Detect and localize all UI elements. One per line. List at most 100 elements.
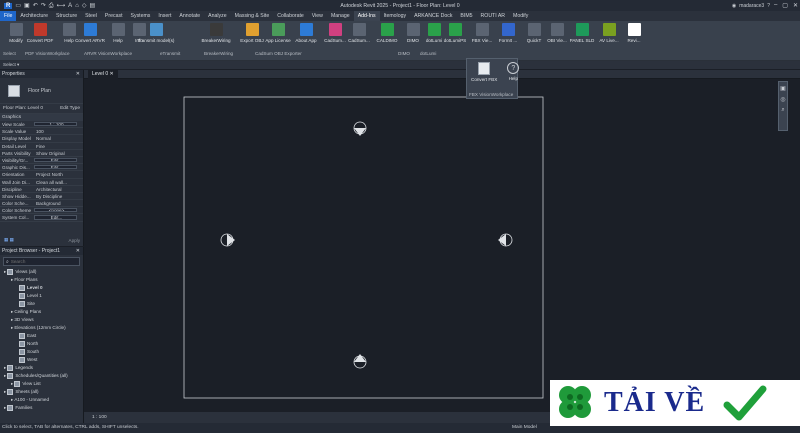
panel-label[interactable]: DIMO	[398, 51, 410, 56]
expand-icon[interactable]: ▸	[11, 316, 13, 324]
tab-steel[interactable]: Steel	[81, 11, 101, 21]
apply-button[interactable]: Apply	[69, 238, 81, 243]
property-value[interactable]: <none>	[34, 208, 77, 213]
save-icon[interactable]: ▣	[24, 3, 30, 9]
about-app-button[interactable]: About App	[292, 23, 320, 43]
expand-icon[interactable]: ▸	[11, 324, 13, 332]
minimize-icon[interactable]: –	[774, 2, 777, 9]
switch-windows-icon[interactable]: ▤	[89, 3, 95, 9]
panel-label[interactable]: Select	[3, 51, 16, 56]
revi-button[interactable]: Revi...	[620, 23, 648, 43]
convert-fbx-button[interactable]: Convert FBX	[471, 62, 497, 82]
crop-region[interactable]	[183, 96, 544, 399]
panel-label[interactable]: ARVR VisionWorkplace	[84, 51, 132, 56]
property-value[interactable]: Edit...	[34, 165, 77, 170]
tree-node[interactable]: Level 0	[0, 284, 83, 292]
revit-logo-icon[interactable]: R	[4, 2, 13, 9]
tree-node[interactable]: East	[0, 332, 83, 340]
panel-label[interactable]: dotLumi	[420, 51, 436, 56]
open-icon[interactable]: ▭	[15, 3, 21, 9]
edit-type-button[interactable]: Edit Type	[60, 106, 80, 111]
tree-node[interactable]: ▸ Ceiling Plans	[0, 308, 83, 316]
tab-manage[interactable]: Manage	[327, 11, 354, 21]
tree-node[interactable]: ▸ Legends	[0, 364, 83, 372]
zoom-icon[interactable]: ⌕	[781, 107, 784, 114]
tab-insert[interactable]: Insert	[154, 11, 175, 21]
tree-node[interactable]: Level 1	[0, 292, 83, 300]
tree-node[interactable]: North	[0, 340, 83, 348]
help-icon[interactable]: ?	[767, 3, 770, 9]
panel-label[interactable]: BreakerWiring	[204, 51, 233, 56]
steering-wheel-icon[interactable]: ◎	[780, 96, 785, 103]
close-icon[interactable]: ✕	[76, 247, 80, 255]
redo-icon[interactable]: ↷	[41, 3, 46, 9]
tab-view[interactable]: View	[308, 11, 327, 21]
cadsum2-button[interactable]: CadSum...	[345, 23, 373, 43]
tab-file[interactable]: File	[0, 11, 17, 21]
tab-massing-site[interactable]: Massing & Site	[231, 11, 274, 21]
navigation-bar[interactable]: ▣ ◎ ⌕	[778, 81, 788, 131]
elevation-marker-north[interactable]	[353, 121, 367, 136]
tab-routi-ar[interactable]: ROUTI AR	[477, 11, 510, 21]
tab-analyze[interactable]: Analyze	[204, 11, 230, 21]
plan-view-svg[interactable]	[84, 79, 800, 412]
maximize-icon[interactable]: ▢	[782, 2, 788, 9]
tab-add-ins[interactable]: Add-Ins	[353, 11, 380, 21]
expand-icon[interactable]: ▸	[4, 404, 6, 412]
popup-help-button[interactable]: ? Help	[507, 62, 520, 82]
property-value[interactable]: Edit...	[34, 215, 77, 220]
convert-arvr-button[interactable]: Convert ARVR	[75, 23, 105, 43]
convert-pdf-button[interactable]: Convert PDF	[26, 23, 54, 43]
tab-architecture[interactable]: Architecture	[16, 11, 52, 21]
select-dropdown[interactable]: Select ▾	[3, 62, 19, 68]
tree-node[interactable]: ▸ Views (all)	[0, 268, 83, 276]
measure-icon[interactable]: ⟷	[57, 3, 66, 9]
caldimo-button[interactable]: CALDIMO	[373, 23, 401, 43]
tab-annotate[interactable]: Annotate	[175, 11, 204, 21]
undo-icon[interactable]: ↶	[33, 3, 38, 9]
dotlumi2-button[interactable]: dotLumiPS	[441, 23, 469, 43]
expand-icon[interactable]: ▸	[4, 388, 6, 396]
expand-icon[interactable]: ▸	[11, 308, 13, 316]
tree-node[interactable]: ▸ A100 - Unnamed	[0, 396, 83, 404]
panel-label[interactable]: PDF VisionWorkplace	[25, 51, 70, 56]
3d-view-icon[interactable]: ⌂	[75, 3, 79, 9]
fbx-vie-button[interactable]: FBX Vie...	[468, 23, 496, 43]
expand-icon[interactable]: ▸	[4, 372, 6, 380]
obi-vie-button[interactable]: OBI Vie...	[543, 23, 571, 43]
close-icon[interactable]: ✕	[793, 2, 798, 9]
app-license-button[interactable]: App License	[264, 23, 292, 43]
expand-icon[interactable]: ▸	[4, 364, 6, 372]
type-selector[interactable]: Floor Plan	[0, 78, 83, 104]
panel-label[interactable]: eTransmit	[160, 51, 180, 56]
tree-node[interactable]: Site	[0, 300, 83, 308]
instance-selector[interactable]: Floor Plan: Level 0	[3, 106, 43, 111]
expand-icon[interactable]: ▸	[11, 396, 13, 404]
tree-node[interactable]: South	[0, 348, 83, 356]
panel-label[interactable]: CadSum OBJ Exporter	[255, 51, 302, 56]
search-input[interactable]	[10, 259, 71, 264]
av-live-button[interactable]: AV Live...	[595, 23, 623, 43]
tree-node[interactable]: West	[0, 356, 83, 364]
view-cube-icon[interactable]: ▣	[780, 85, 786, 92]
expand-icon[interactable]: ▸	[4, 268, 6, 276]
export-obj-button[interactable]: Export OBJ	[238, 23, 266, 43]
tree-node[interactable]: ▸ 3D Views	[0, 316, 83, 324]
tab-arkance-dock[interactable]: ARKANCE Dock	[410, 11, 456, 21]
tab-collaborate[interactable]: Collaborate	[273, 11, 308, 21]
tab-level-0[interactable]: Level 0 ✕	[88, 70, 118, 79]
tab-bim5[interactable]: BIM5	[456, 11, 476, 21]
tab-modify[interactable]: Modify	[509, 11, 532, 21]
tab-precast[interactable]: Precast	[101, 11, 127, 21]
tree-node[interactable]: ▸ Families	[0, 404, 83, 412]
transmit-button[interactable]: Transmit model(s)	[138, 23, 174, 43]
tree-node[interactable]: ▸ Schedules/Quantities (all)	[0, 372, 83, 380]
drawing-canvas[interactable]: ▣ ◎ ⌕	[84, 79, 800, 412]
properties-help-link[interactable]: ▦ ▦	[4, 237, 14, 243]
formit-button[interactable]: FormIt ...	[494, 23, 522, 43]
view-scale[interactable]: 1 : 100	[92, 415, 107, 420]
group-header[interactable]: Graphics	[0, 114, 83, 121]
active-model[interactable]: Main Model	[512, 423, 537, 433]
tree-node[interactable]: ▸ Sheets (all)	[0, 388, 83, 396]
elevation-marker-west[interactable]	[220, 233, 235, 247]
